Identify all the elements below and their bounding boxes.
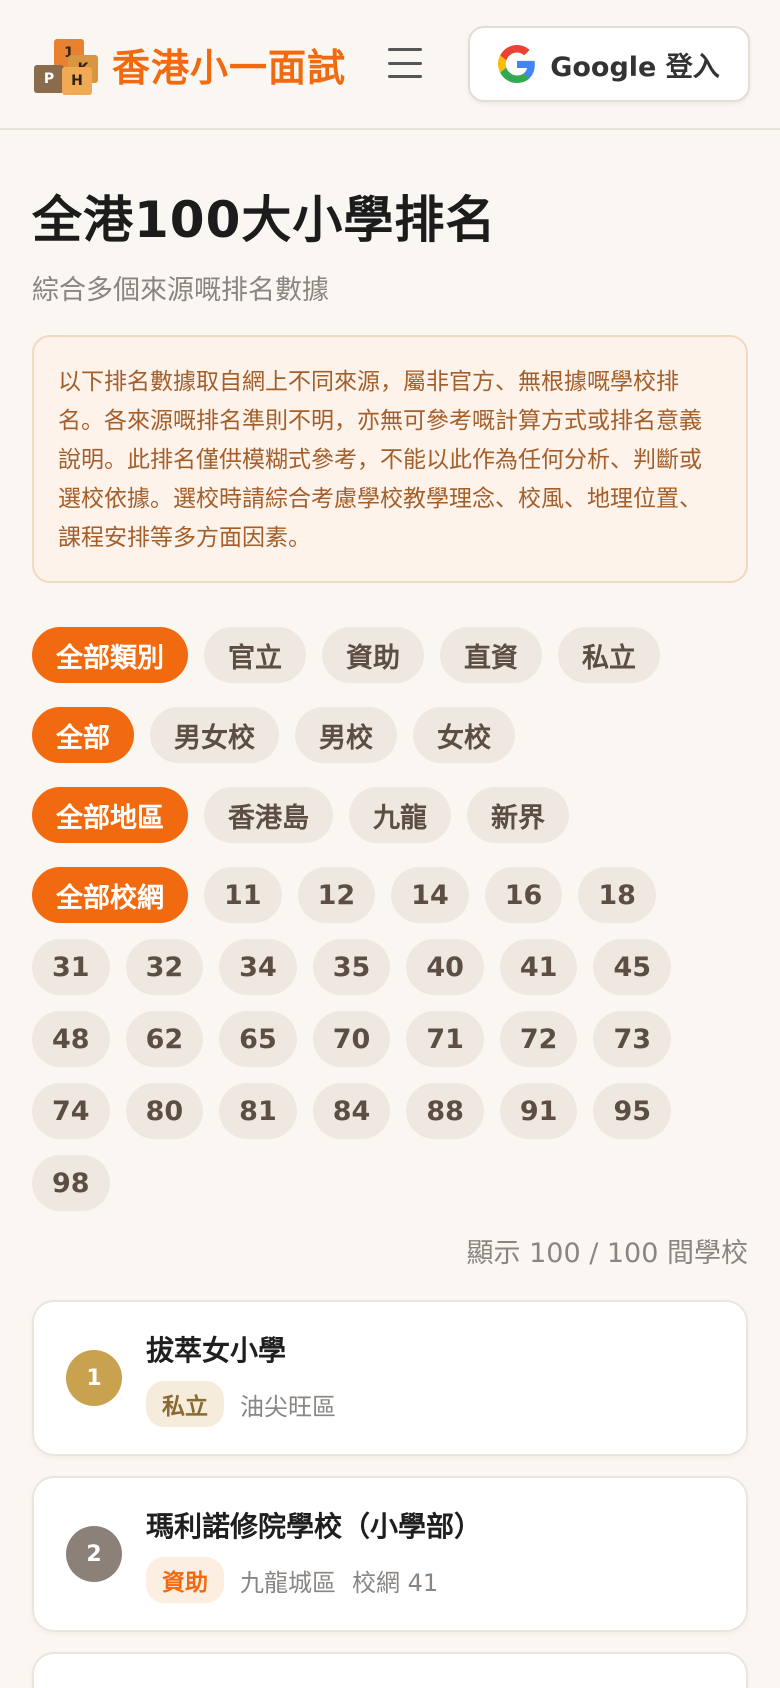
filter-chip-category[interactable]: 私立 (558, 627, 660, 683)
filter-chip-net[interactable]: 18 (578, 867, 656, 923)
region-filter-row: 全部地區 香港島 九龍 新界 (32, 787, 748, 843)
filter-chip-net[interactable]: 70 (312, 1011, 391, 1067)
school-net-filter-row: 全部校網 11 12 14 16 18 31 32 34 35 40 41 45 48 62 65 70 71 7… (32, 867, 748, 1211)
school-card[interactable]: 2 瑪利諾修院學校（小學部） 資助 九龍城區 校網 41 (32, 1476, 748, 1632)
filter-chip-net[interactable]: 31 (32, 939, 110, 995)
filter-chip-net[interactable]: 32 (125, 939, 204, 995)
filter-chip-net[interactable]: 11 (204, 867, 282, 923)
school-name: 瑪利諾修院學校（小學部） (146, 1510, 483, 1543)
logo-cube: H (62, 67, 92, 95)
filter-chip-net[interactable]: 40 (406, 939, 484, 995)
logo-cubes-icon[interactable]: 1 K P H (32, 33, 98, 95)
filter-chip-gender[interactable]: 女校 (413, 707, 515, 763)
logo-cube: P (34, 65, 64, 93)
filter-chip-net[interactable]: 48 (32, 1011, 110, 1067)
filter-chip-net[interactable]: 73 (593, 1011, 672, 1067)
result-count: 顯示 100 / 100 間學校 (466, 1238, 749, 1269)
filter-chip-net[interactable]: 62 (125, 1011, 204, 1067)
google-login-label: Google 登入 (550, 51, 720, 83)
filter-chip-net[interactable]: 12 (297, 867, 376, 923)
brand-name[interactable]: 香港小一面試 (112, 37, 346, 92)
filter-chip-net[interactable]: 71 (406, 1011, 484, 1067)
filter-chip-category[interactable]: 資助 (322, 627, 424, 683)
filter-chip-gender[interactable]: 男校 (295, 707, 397, 763)
hamburger-menu-icon[interactable] (388, 48, 422, 78)
filter-chip-net[interactable]: 74 (32, 1083, 110, 1139)
school-list: 1 拔萃女小學私立 油尖旺區 2 瑪利諾修院學校（小學部） 資助 九龍城區 校網 41 (0, 1270, 780, 1688)
filter-chip-net[interactable]: 41 (499, 939, 578, 995)
school-type-tag: 私立 (146, 1381, 224, 1427)
filter-chip-net[interactable]: 65 (219, 1011, 297, 1067)
filter-chip-net[interactable]: 88 (406, 1083, 484, 1139)
filter-chip-net[interactable]: 35 (312, 939, 391, 995)
page-title: 全港100大小學排名 (32, 191, 497, 249)
filter-chip-net[interactable]: 72 (499, 1011, 578, 1067)
filter-chip-gender[interactable]: 全部 (32, 707, 134, 763)
filter-chip-all-nets[interactable]: 全部校網 (32, 867, 188, 923)
filter-chip-net[interactable]: 84 (312, 1083, 391, 1139)
disclaimer-notice: 以下排名數據取自網上不同來源，屬非官方、無根據嘅學校排名。各來源嘅排名準則不明，… (32, 335, 748, 583)
filter-chip-region[interactable]: 全部地區 (32, 787, 188, 843)
school-net: 校網 41 (352, 1568, 439, 1597)
filter-chip-gender[interactable]: 男女校 (150, 707, 279, 763)
filter-chip-category[interactable]: 官立 (204, 627, 306, 683)
filter-chip-category[interactable]: 全部類別 (32, 627, 188, 683)
filter-chip-net[interactable]: 91 (499, 1083, 578, 1139)
gender-filter-row: 全部 男女校 男校 女校 (32, 707, 748, 763)
filter-chip-region[interactable]: 香港島 (204, 787, 333, 843)
filter-chip-net[interactable]: 34 (219, 939, 297, 995)
school-type-tag: 資助 (146, 1557, 224, 1603)
filter-chip-region[interactable]: 九龍 (349, 787, 451, 843)
filter-chip-net[interactable]: 14 (391, 867, 469, 923)
school-district: 九龍城區 (240, 1568, 336, 1597)
filter-chip-net[interactable]: 81 (219, 1083, 297, 1139)
page-subtitle: 綜合多個來源嘅排名數據 (32, 275, 329, 306)
top-header: 1 K P H 香港小一面試 Google 登入 (0, 0, 780, 130)
rank-badge: 1 (66, 1350, 122, 1406)
filter-chip-net[interactable]: 16 (484, 867, 563, 923)
school-card[interactable] (32, 1652, 748, 1688)
filter-chip-net[interactable]: 45 (593, 939, 672, 995)
filter-chip-region[interactable]: 新界 (467, 787, 569, 843)
category-filter-row: 全部類別 官立 資助 直資 私立 (32, 627, 748, 683)
filter-chip-net[interactable]: 80 (125, 1083, 204, 1139)
filter-chip-net[interactable]: 95 (593, 1083, 672, 1139)
school-name: 拔萃女小學 (146, 1334, 287, 1367)
school-card[interactable]: 1 拔萃女小學私立 油尖旺區 (32, 1300, 748, 1456)
filter-panel: 全部類別 官立 資助 直資 私立 全部 男女校 男校 女校 全部地區 香港島 九龍 新界 全部校網 … (0, 583, 780, 1211)
google-logo-icon (498, 45, 536, 83)
google-login-button[interactable]: Google 登入 (468, 26, 750, 102)
rank-badge: 2 (66, 1526, 122, 1582)
filter-chip-category[interactable]: 直資 (440, 627, 542, 683)
filter-chip-net[interactable]: 98 (32, 1155, 110, 1211)
school-district: 油尖旺區 (240, 1392, 336, 1421)
